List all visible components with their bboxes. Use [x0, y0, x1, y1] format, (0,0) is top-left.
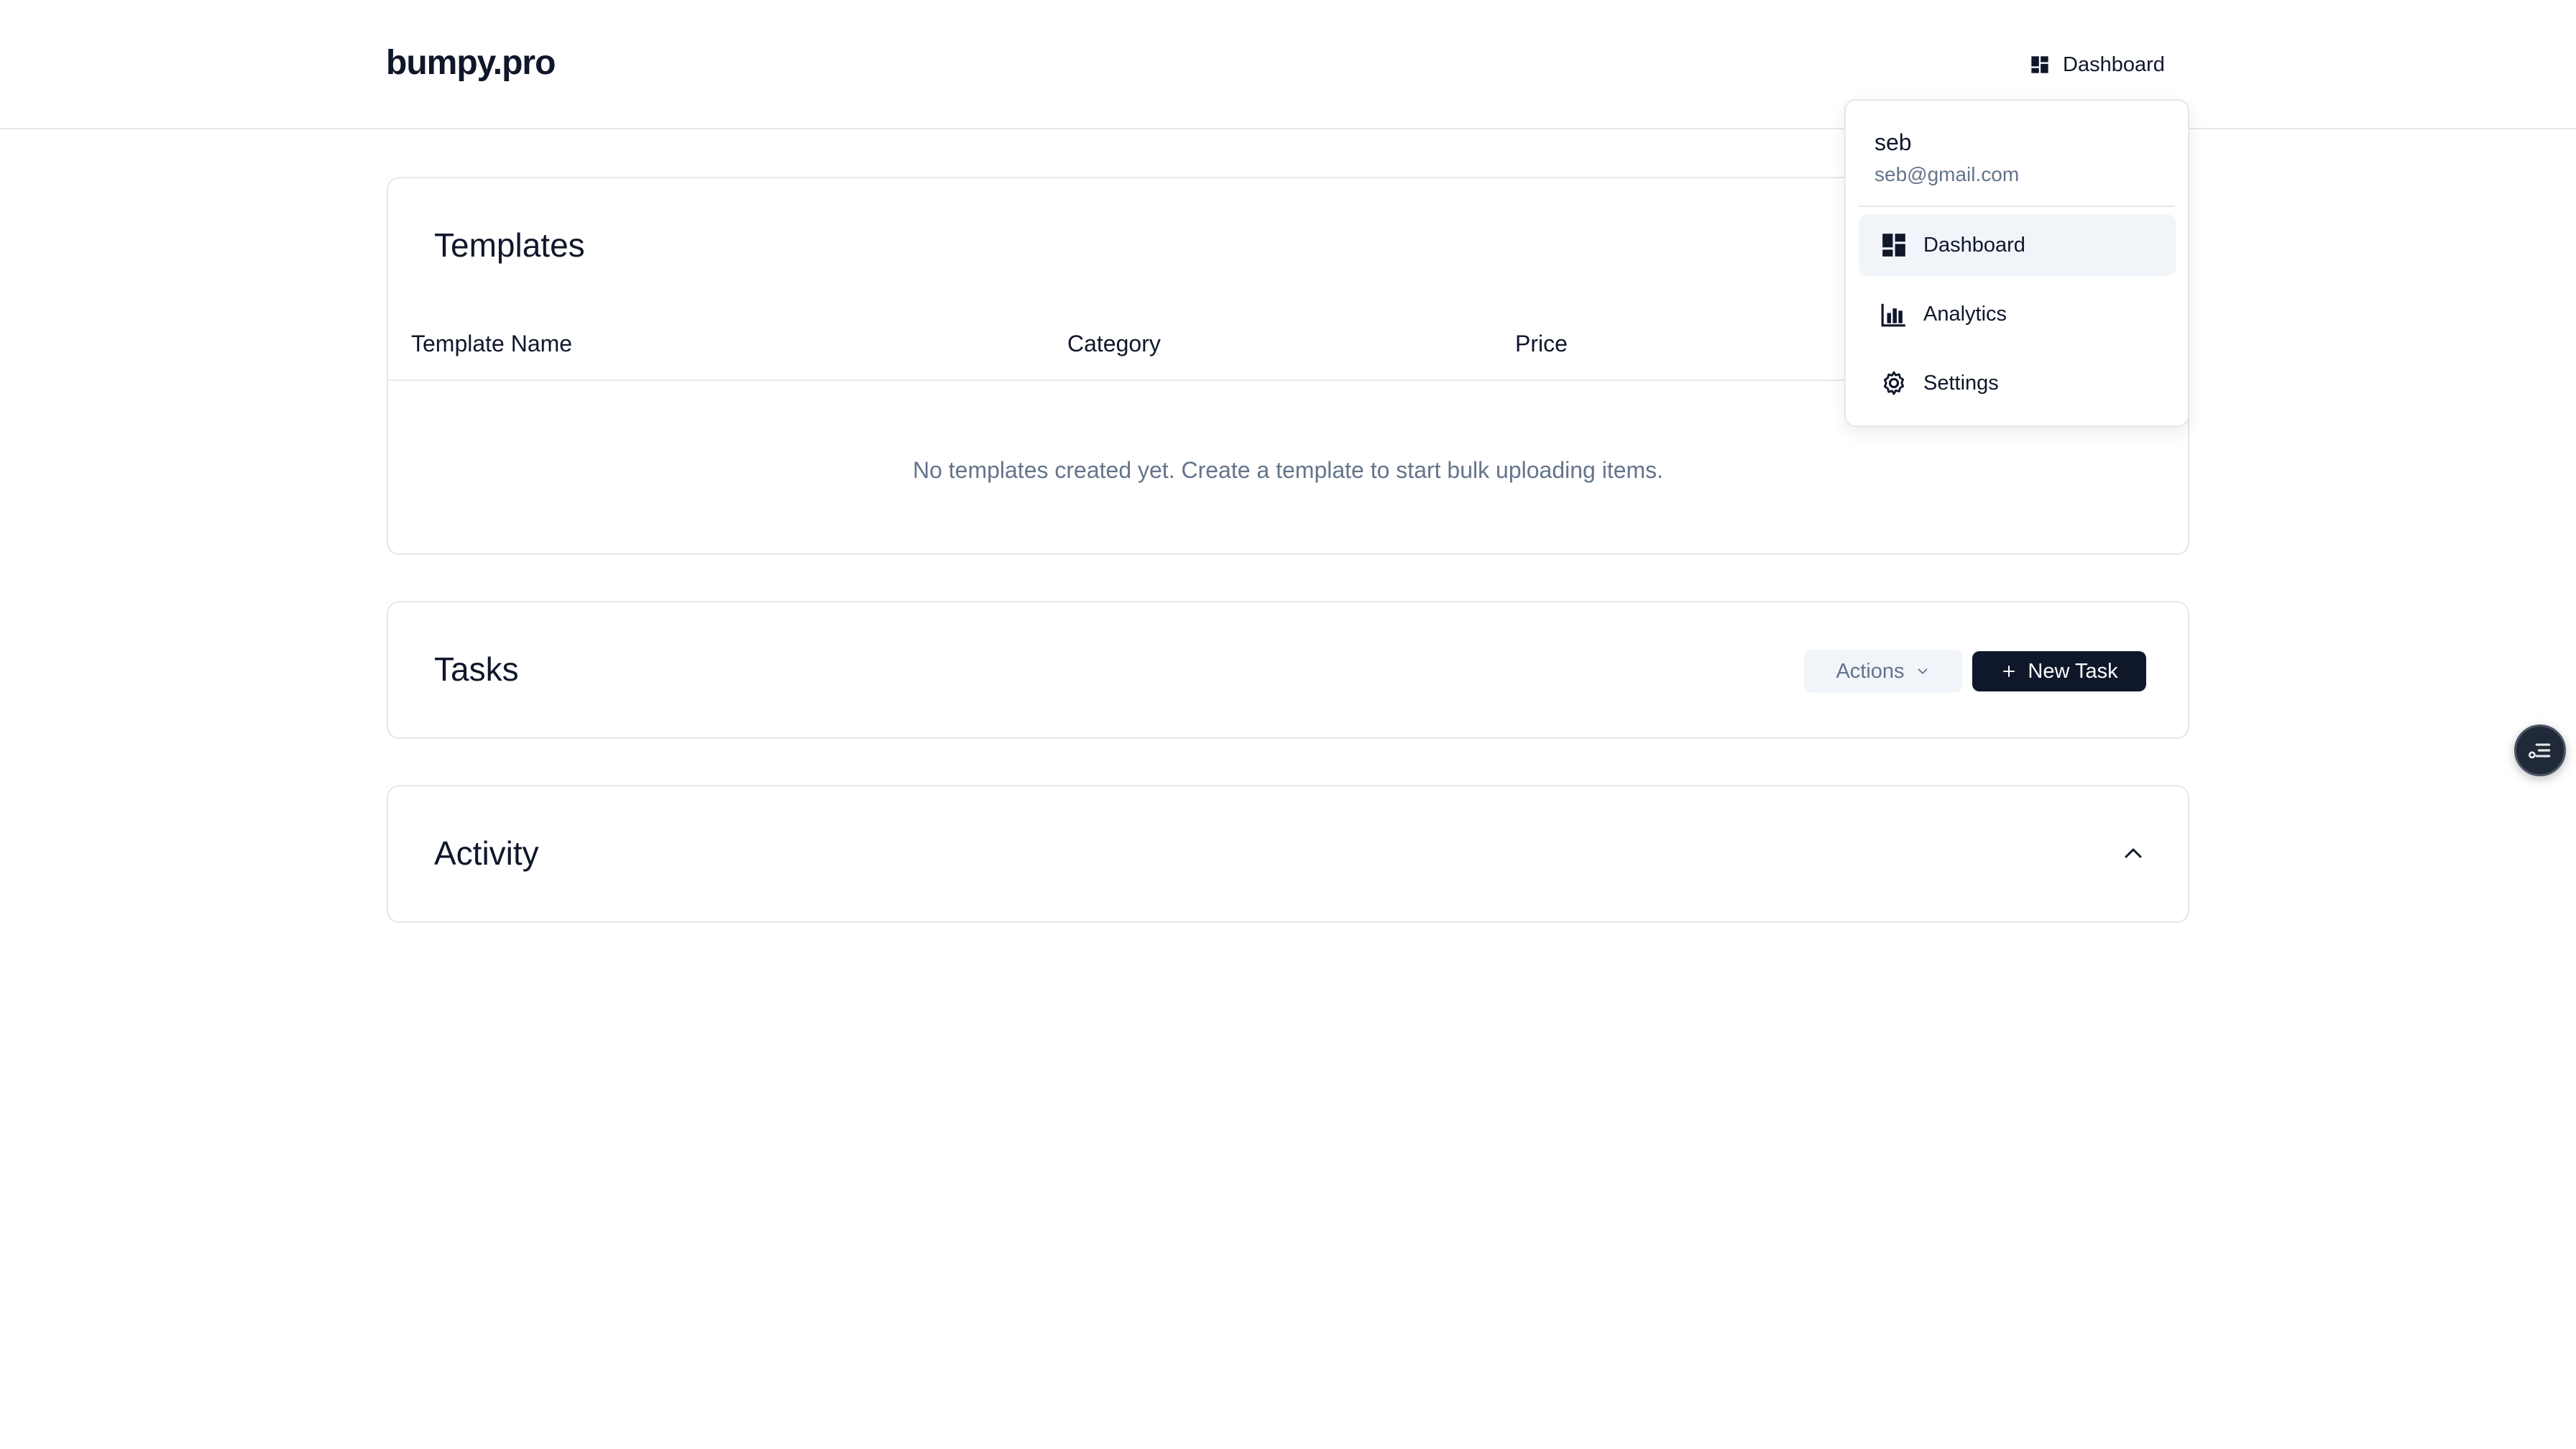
tasks-title: Tasks: [434, 650, 519, 688]
logo[interactable]: bumpy.pro: [386, 43, 556, 83]
bar-chart-icon: [1881, 303, 1905, 327]
floating-assistant-button[interactable]: [2514, 724, 2566, 776]
templates-empty-message: No templates created yet. Create a templ…: [912, 457, 1664, 483]
top-header: bumpy.pro Dashboard: [0, 0, 2576, 129]
menu-username: seb: [1874, 129, 1912, 155]
gear-icon: [1883, 371, 1905, 395]
activity-title: Activity: [434, 834, 539, 872]
new-task-button[interactable]: New Task: [1972, 651, 2146, 691]
activity-card: Activity: [387, 785, 2189, 923]
menu-email: seb@gmail.com: [1874, 163, 2020, 185]
dashboard-nav-link[interactable]: Dashboard: [2030, 45, 2165, 85]
column-template-name: Template Name: [411, 331, 573, 356]
menu-item-label: Dashboard: [1923, 233, 2025, 257]
actions-dropdown-button[interactable]: Actions: [1804, 650, 1962, 693]
tasks-card: Tasks Actions New Task: [387, 601, 2189, 739]
actions-label: Actions: [1836, 659, 1905, 683]
user-dropdown-menu: seb seb@gmail.com Dashboard Analytics Se…: [1844, 99, 2189, 427]
column-category: Category: [1067, 331, 1161, 356]
menu-item-label: Analytics: [1923, 302, 2007, 326]
dashboard-icon: [2031, 56, 2048, 73]
dashboard-nav-label: Dashboard: [2063, 52, 2165, 76]
column-price: Price: [1515, 331, 1568, 356]
chevron-down-icon: [1918, 668, 1927, 674]
menu-user-info: seb seb@gmail.com: [1874, 129, 2019, 186]
menu-item-analytics[interactable]: Analytics: [1859, 283, 2176, 345]
chevron-up-icon[interactable]: [2119, 842, 2148, 864]
menu-item-label: Settings: [1923, 371, 1999, 395]
dashboard-icon: [1882, 234, 1905, 257]
menu-item-settings[interactable]: Settings: [1859, 352, 2176, 414]
menu-item-dashboard[interactable]: Dashboard: [1859, 214, 2176, 276]
templates-title: Templates: [434, 226, 585, 264]
menu-separator: [1859, 206, 2175, 207]
plus-icon: [2003, 666, 2015, 677]
list-icon: [2529, 743, 2551, 759]
new-task-label: New Task: [2028, 659, 2118, 683]
